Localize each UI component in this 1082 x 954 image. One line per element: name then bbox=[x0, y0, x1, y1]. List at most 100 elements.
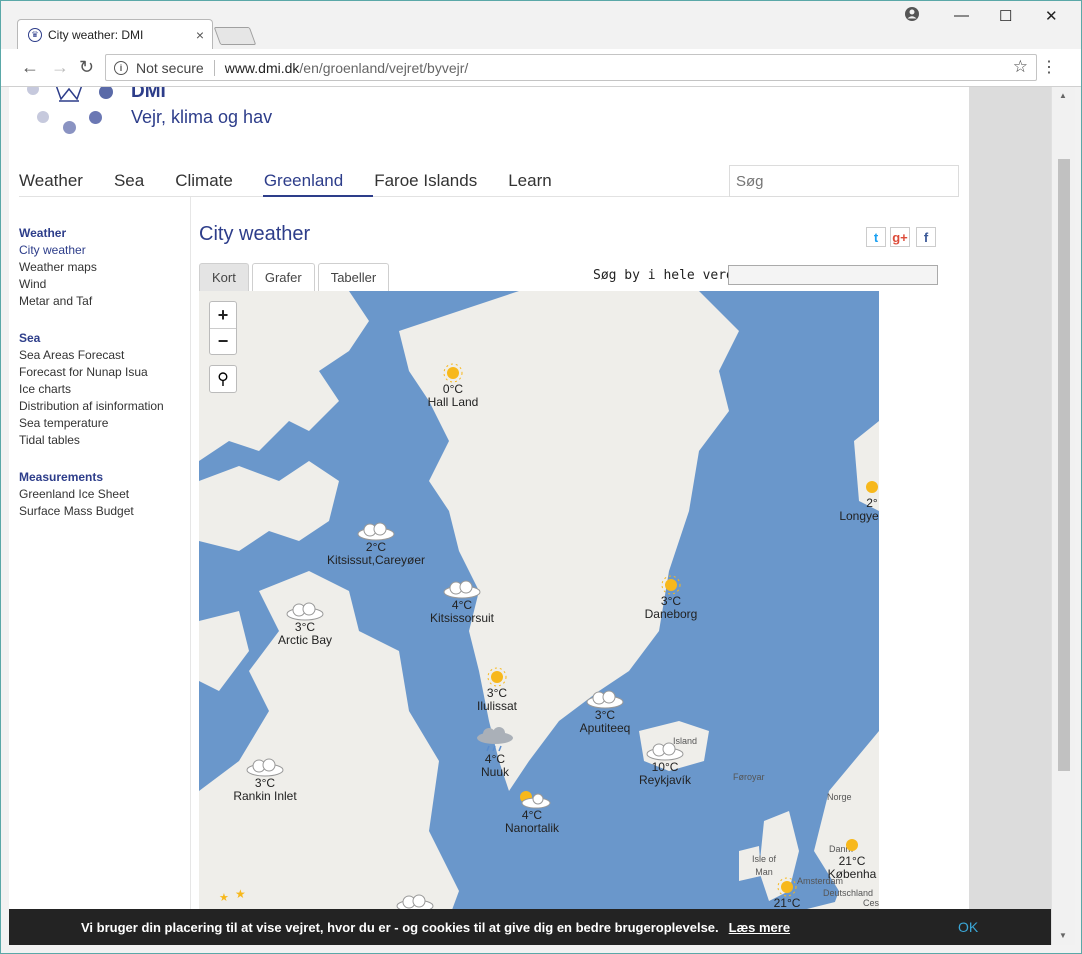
zoom-in-button[interactable]: + bbox=[210, 302, 236, 328]
sidebar-item-weather-maps[interactable]: Weather maps bbox=[19, 259, 189, 276]
site-brand[interactable]: DMI bbox=[131, 87, 166, 103]
sidebar-head-sea[interactable]: Sea bbox=[19, 330, 189, 347]
nav-faroe-islands[interactable]: Faroe Islands bbox=[374, 171, 477, 199]
sidebar-item-nunap-isua[interactable]: Forecast for Nunap Isua bbox=[19, 364, 189, 381]
twitter-icon[interactable]: t bbox=[866, 227, 886, 247]
city-marker-kobenhavn[interactable]: 21°C Københa bbox=[825, 835, 879, 881]
city-marker-aputiteeq[interactable]: 3°C Aputiteeq bbox=[573, 689, 637, 735]
zoom-out-button[interactable]: − bbox=[210, 328, 236, 354]
maximize-button[interactable]: ☐ bbox=[999, 7, 1012, 25]
sidebar-item-sea-temperature[interactable]: Sea temperature bbox=[19, 415, 189, 432]
sidebar-item-surface-mass[interactable]: Surface Mass Budget bbox=[19, 503, 189, 520]
scrollbar-thumb[interactable] bbox=[1058, 159, 1070, 771]
city-name: Arctic Bay bbox=[277, 633, 332, 647]
sidebar-item-tidal-tables[interactable]: Tidal tables bbox=[19, 432, 189, 449]
tab-grafer[interactable]: Grafer bbox=[251, 263, 315, 291]
city-temp: 3°C bbox=[486, 686, 508, 700]
city-marker-kitsissut[interactable]: 2°C Kitsissut,Careyøer bbox=[321, 521, 431, 567]
sidebar-item-isinformation[interactable]: Distribution af isinformation bbox=[19, 398, 189, 415]
city-temp: 2°C bbox=[365, 540, 387, 554]
facebook-icon[interactable]: f bbox=[916, 227, 936, 247]
profile-icon[interactable] bbox=[905, 7, 919, 25]
back-button[interactable]: ← bbox=[21, 57, 39, 78]
region-label: Isle of Man bbox=[751, 854, 776, 877]
new-tab-button[interactable] bbox=[213, 27, 257, 45]
url-path: /en/groenland/vejret/byvejr/ bbox=[299, 59, 469, 76]
reload-button[interactable]: ↻ bbox=[79, 57, 94, 78]
weather-map[interactable]: + − ⚲ Island Føroyar Norge Isle of Man A… bbox=[199, 291, 879, 945]
city-marker-nanortalik[interactable]: 4°C Nanortalik bbox=[499, 789, 565, 835]
sidebar-item-wind[interactable]: Wind bbox=[19, 276, 189, 293]
city-name: Nanortalik bbox=[504, 821, 560, 835]
cloud-icon bbox=[246, 758, 284, 777]
city-name: Nuuk bbox=[480, 765, 509, 779]
city-temp: 3°C bbox=[294, 620, 316, 634]
cloud-icon bbox=[646, 742, 684, 761]
city-marker-longyearbyen[interactable]: 2° Longye bbox=[835, 477, 879, 523]
sidebar-item-ice-sheet[interactable]: Greenland Ice Sheet bbox=[19, 486, 189, 503]
nav-climate[interactable]: Climate bbox=[175, 171, 233, 199]
sidebar-item-metar-taf[interactable]: Metar and Taf bbox=[19, 293, 189, 310]
close-window-button[interactable]: ✕ bbox=[1045, 7, 1058, 25]
nav-sea[interactable]: Sea bbox=[114, 171, 144, 199]
cloud-icon bbox=[286, 602, 324, 621]
city-marker-ilulissat[interactable]: 3°C Ilulissat bbox=[469, 667, 525, 713]
cookie-banner: Vi bruger din placering til at vise vejr… bbox=[9, 909, 1059, 945]
bookmark-star-icon[interactable]: ☆ bbox=[1013, 57, 1028, 77]
sidebar-item-ice-charts[interactable]: Ice charts bbox=[19, 381, 189, 398]
city-temp: 21°C bbox=[773, 896, 801, 910]
city-marker-uk[interactable]: 21°C bbox=[767, 877, 807, 910]
site-tagline: Vejr, klima og hav bbox=[131, 107, 273, 127]
city-name: Rankin Inlet bbox=[233, 789, 297, 803]
rain-cloud-icon bbox=[477, 727, 513, 752]
star-marker-icon: ★ bbox=[219, 892, 229, 904]
tab-close-icon[interactable]: × bbox=[196, 27, 204, 43]
cookie-ok-button[interactable]: OK bbox=[958, 919, 978, 935]
sun-cloud-icon bbox=[520, 791, 551, 809]
logo-dot bbox=[99, 87, 113, 99]
city-marker-arctic-bay[interactable]: 3°C Arctic Bay bbox=[273, 601, 337, 647]
sidebar-head-weather[interactable]: Weather bbox=[19, 225, 189, 242]
city-temp: 10°C bbox=[651, 760, 679, 774]
address-separator bbox=[213, 59, 215, 76]
forward-button[interactable]: → bbox=[51, 57, 69, 78]
crown-logo-icon bbox=[55, 87, 83, 102]
page-scrollbar[interactable]: ▲ ▼ bbox=[1051, 87, 1075, 945]
google-plus-icon[interactable]: g+ bbox=[890, 227, 910, 247]
sidebar-head-measurements[interactable]: Measurements bbox=[19, 469, 189, 486]
sun-icon bbox=[443, 363, 463, 383]
info-icon[interactable]: i bbox=[114, 60, 128, 75]
locate-me-icon[interactable]: ⚲ bbox=[209, 365, 237, 393]
sidebar-item-sea-areas[interactable]: Sea Areas Forecast bbox=[19, 347, 189, 364]
address-bar[interactable]: i Not secure www.dmi.dk/en/groenland/vej… bbox=[105, 54, 1037, 81]
sun-icon bbox=[487, 667, 507, 687]
cookie-read-more-link[interactable]: Læs mere bbox=[729, 920, 790, 935]
star-marker-icon: ★ bbox=[235, 887, 246, 901]
nav-weather[interactable]: Weather bbox=[19, 171, 83, 199]
logo-dot bbox=[37, 111, 49, 123]
browser-menu-icon[interactable]: ⋮ bbox=[1041, 57, 1057, 77]
city-marker-nuuk[interactable]: 4°C Nuuk bbox=[473, 727, 517, 779]
cloud-icon bbox=[357, 522, 395, 541]
site-search-input[interactable] bbox=[729, 165, 959, 197]
nav-learn[interactable]: Learn bbox=[508, 171, 551, 199]
browser-toolbar: ← → ↻ i Not secure www.dmi.dk/en/groenla… bbox=[1, 49, 1081, 87]
city-name: Kitsissut,Careyøer bbox=[326, 553, 426, 567]
scroll-down-icon[interactable]: ▼ bbox=[1059, 931, 1067, 940]
tab-tabeller[interactable]: Tabeller bbox=[317, 263, 390, 291]
minimize-button[interactable]: — bbox=[954, 7, 969, 24]
scroll-up-icon[interactable]: ▲ bbox=[1059, 91, 1067, 100]
city-temp: 3°C bbox=[660, 594, 682, 608]
city-marker-rankin-inlet[interactable]: 3°C Rankin Inlet bbox=[229, 757, 301, 803]
city-search-input[interactable] bbox=[728, 265, 938, 285]
city-marker-reykjavik[interactable]: 10°C Reykjavík bbox=[633, 741, 697, 787]
city-name: Longye bbox=[839, 509, 879, 523]
browser-tab[interactable]: ♛ City weather: DMI × bbox=[17, 19, 213, 49]
city-marker-hall-land[interactable]: 0°C Hall Land bbox=[421, 363, 485, 409]
city-marker-daneborg[interactable]: 3°C Daneborg bbox=[641, 575, 701, 621]
cloud-icon bbox=[586, 690, 624, 709]
city-marker-kitsissorsuit[interactable]: 4°C Kitsissorsuit bbox=[425, 579, 499, 625]
tab-kort[interactable]: Kort bbox=[199, 263, 249, 291]
city-name: Kitsissorsuit bbox=[429, 611, 494, 625]
sidebar-item-city-weather[interactable]: City weather bbox=[19, 242, 189, 259]
